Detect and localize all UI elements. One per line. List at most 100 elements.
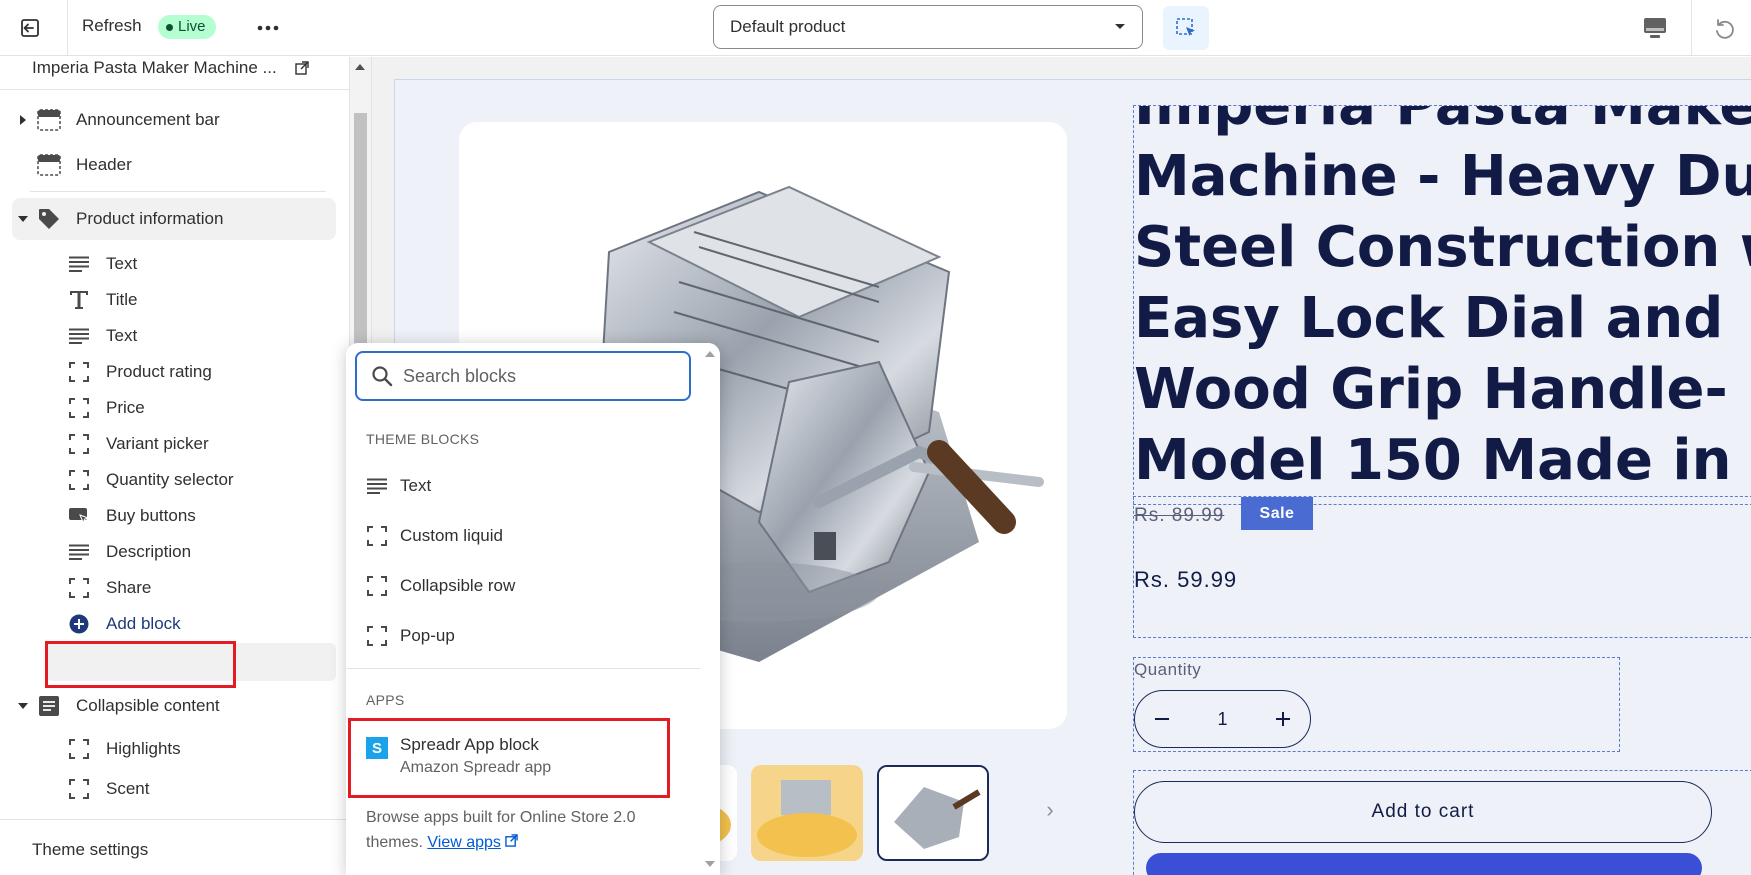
theme-block-label: Text bbox=[400, 476, 432, 495]
theme-settings-link[interactable]: Theme settings bbox=[32, 840, 148, 860]
title-line: Imperia Pasta Maker bbox=[1134, 105, 1751, 138]
topbar-divider bbox=[67, 0, 68, 56]
scroll-down-arrow-icon[interactable] bbox=[705, 861, 715, 867]
header-section-icon bbox=[36, 153, 62, 177]
refresh-button[interactable]: Refresh bbox=[82, 16, 142, 36]
live-badge: Live bbox=[158, 15, 216, 39]
template-select[interactable]: Default product bbox=[713, 5, 1143, 49]
live-badge-label: Live bbox=[178, 18, 206, 35]
block-frame-icon bbox=[366, 625, 388, 647]
block-frame-icon bbox=[366, 525, 388, 547]
block-frame-icon bbox=[66, 396, 92, 420]
buy-now-button[interactable] bbox=[1146, 853, 1702, 875]
thumbnail-machine[interactable] bbox=[877, 765, 989, 861]
undo-icon[interactable] bbox=[1708, 12, 1738, 42]
block-label: Title bbox=[106, 290, 138, 309]
block-label: Scent bbox=[106, 779, 150, 798]
add-block-label: Add block bbox=[106, 614, 181, 633]
minus-icon[interactable] bbox=[1155, 718, 1169, 720]
section-label: Collapsible content bbox=[76, 696, 220, 715]
title-line: Model 150 Made in Italy bbox=[1134, 428, 1751, 493]
search-icon bbox=[372, 366, 393, 387]
theme-block-text[interactable]: Text bbox=[366, 471, 431, 501]
plus-icon[interactable] bbox=[1275, 712, 1290, 726]
sale-badge: Sale bbox=[1241, 497, 1313, 530]
section-announcement-bar[interactable]: Announcement bar bbox=[14, 102, 220, 138]
theme-block-custom-liquid[interactable]: Custom liquid bbox=[366, 521, 503, 551]
more-actions-icon[interactable] bbox=[254, 14, 282, 42]
title-t-icon bbox=[66, 288, 92, 312]
scroll-up-arrow-icon[interactable] bbox=[355, 64, 365, 70]
block-label: Text bbox=[106, 254, 138, 273]
block-frame-icon bbox=[366, 575, 388, 597]
quantity-block[interactable]: Quantity 1 bbox=[1133, 657, 1620, 752]
search-input[interactable] bbox=[403, 365, 663, 387]
block-variant-picker[interactable]: Variant picker bbox=[66, 426, 209, 462]
exit-icon[interactable] bbox=[16, 14, 44, 42]
popover-scrollbar[interactable] bbox=[700, 343, 720, 875]
desktop-view-icon[interactable] bbox=[1640, 14, 1670, 42]
popover-divider bbox=[346, 668, 700, 669]
product-title: Imperia Pasta Maker Machine - Heavy Duty… bbox=[1134, 105, 1751, 496]
topbar-divider-right bbox=[1691, 0, 1692, 56]
block-text[interactable]: Text bbox=[66, 318, 137, 354]
highlight-box-add-block bbox=[45, 641, 236, 688]
block-quantity-selector[interactable]: Quantity selector bbox=[66, 462, 234, 498]
theme-block-label: Collapsible row bbox=[400, 576, 516, 595]
block-text[interactable]: Text bbox=[66, 246, 137, 282]
compare-at-price: Rs. 89.99 bbox=[1134, 505, 1225, 526]
sidebar-divider bbox=[30, 191, 326, 192]
announcement-bar-icon bbox=[36, 108, 62, 132]
block-title[interactable]: Title bbox=[66, 282, 138, 318]
block-label: Share bbox=[106, 578, 152, 597]
highlight-box-app-block bbox=[348, 718, 670, 798]
quantity-value[interactable]: 1 bbox=[1217, 709, 1227, 730]
buy-buttons-block[interactable]: Add to cart bbox=[1133, 770, 1751, 875]
add-block-button[interactable]: Add block bbox=[66, 606, 181, 642]
sale-price: Rs. 59.99 bbox=[1134, 567, 1238, 592]
scroll-up-arrow-icon[interactable] bbox=[705, 351, 715, 357]
plus-circle-icon bbox=[66, 612, 92, 636]
price-block[interactable]: Rs. 89.99 Sale Rs. 59.99 bbox=[1133, 496, 1751, 638]
block-highlights[interactable]: Highlights bbox=[66, 731, 181, 767]
theme-block-collapsible-row[interactable]: Collapsible row bbox=[366, 571, 515, 601]
external-link-icon bbox=[295, 61, 309, 75]
browse-apps-text: Browse apps built for Online Store 2.0 t… bbox=[366, 805, 676, 855]
section-header[interactable]: Header bbox=[14, 147, 132, 183]
block-label: Text bbox=[106, 326, 138, 345]
block-description[interactable]: Description bbox=[66, 534, 191, 570]
caret-right-icon[interactable] bbox=[14, 115, 32, 125]
theme-block-label: Pop-up bbox=[400, 626, 455, 645]
theme-block-pop-up[interactable]: Pop-up bbox=[366, 621, 455, 651]
quantity-stepper[interactable]: 1 bbox=[1134, 690, 1311, 748]
text-lines-icon bbox=[66, 540, 92, 564]
template-select-value: Default product bbox=[730, 17, 846, 36]
caret-down-icon[interactable] bbox=[14, 215, 32, 223]
section-product-information[interactable]: Product information bbox=[14, 201, 223, 237]
editor-topbar: Refresh Live Default product bbox=[0, 0, 1751, 56]
block-scent[interactable]: Scent bbox=[66, 771, 149, 807]
inspector-icon[interactable] bbox=[1163, 6, 1209, 50]
theme-blocks-heading: THEME BLOCKS bbox=[366, 431, 480, 447]
block-label: Price bbox=[106, 398, 145, 417]
breadcrumb[interactable]: Imperia Pasta Maker Machine ... bbox=[32, 57, 309, 79]
text-lines-icon bbox=[366, 475, 388, 497]
block-product-rating[interactable]: Product rating bbox=[66, 354, 212, 390]
caret-down-icon[interactable] bbox=[14, 702, 32, 710]
block-label: Quantity selector bbox=[106, 470, 234, 489]
section-collapsible-content[interactable]: Collapsible content bbox=[14, 688, 220, 724]
block-price[interactable]: Price bbox=[66, 390, 145, 426]
title-line: Steel Construction w bbox=[1134, 215, 1751, 280]
product-title-block[interactable]: Imperia Pasta Maker Machine - Heavy Duty… bbox=[1133, 105, 1751, 505]
external-link-icon bbox=[505, 834, 519, 847]
block-share[interactable]: Share bbox=[66, 570, 151, 606]
thumbnail-pasta-2[interactable] bbox=[751, 765, 863, 861]
block-frame-icon bbox=[66, 360, 92, 384]
chevron-right-icon[interactable]: › bbox=[1035, 795, 1065, 825]
search-field[interactable] bbox=[355, 351, 691, 401]
block-frame-icon bbox=[66, 432, 92, 456]
view-apps-link[interactable]: View apps bbox=[427, 834, 501, 851]
quantity-label: Quantity bbox=[1134, 660, 1202, 679]
block-buy-buttons[interactable]: Buy buttons bbox=[66, 498, 196, 534]
add-to-cart-button[interactable]: Add to cart bbox=[1134, 781, 1712, 843]
